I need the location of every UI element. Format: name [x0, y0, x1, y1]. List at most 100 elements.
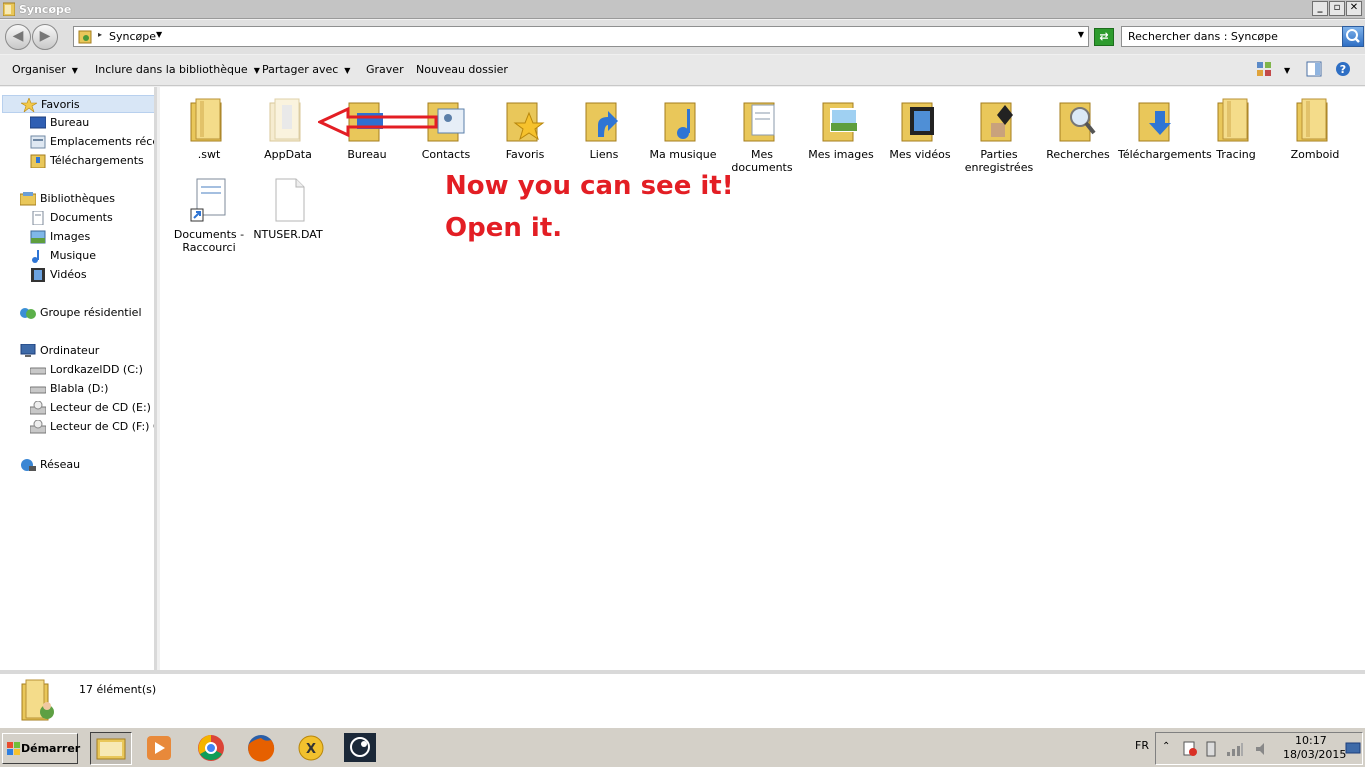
- file-item[interactable]: Parties enregistrées: [960, 95, 1038, 174]
- folder-documents-icon: [738, 95, 786, 145]
- start-button[interactable]: Démarrer: [2, 733, 81, 764]
- file-item[interactable]: Recherches: [1039, 95, 1117, 161]
- view-options-icon[interactable]: [1256, 61, 1272, 77]
- cd-drive-icon: [30, 401, 46, 415]
- search-icon: [1346, 29, 1360, 43]
- file-name: Ma musique: [649, 148, 717, 161]
- file-item[interactable]: .swt: [170, 95, 248, 161]
- minimize-button[interactable]: _: [1312, 1, 1328, 16]
- firefox-icon: [248, 735, 275, 762]
- media-player-icon: [147, 736, 171, 760]
- file-name: Téléchargements: [1118, 148, 1212, 161]
- breadcrumb-current[interactable]: Syncøpe: [109, 30, 156, 43]
- taskbar-media-player[interactable]: [139, 732, 181, 765]
- file-item[interactable]: Tracing: [1197, 95, 1275, 161]
- file-item[interactable]: Mes documents: [723, 95, 801, 174]
- chevron-up-icon[interactable]: ⌃: [1162, 741, 1170, 752]
- taskbar-xbox-app[interactable]: X: [291, 732, 333, 765]
- search-input[interactable]: [1121, 26, 1343, 47]
- start-label: Démarrer: [21, 742, 81, 755]
- annotation-line-1: Now you can see it!: [445, 171, 734, 201]
- folder-favorites-icon: [501, 95, 549, 145]
- folder-games-icon: [975, 95, 1023, 145]
- file-icon: [264, 175, 312, 225]
- documents-icon: [32, 211, 44, 225]
- chrome-icon: [198, 735, 224, 761]
- include-library-button[interactable]: Inclure dans la bibliothèque ▼: [95, 63, 260, 76]
- network-icon: [21, 459, 36, 471]
- file-name: Mes documents: [731, 148, 793, 174]
- clock-date[interactable]: 18/03/2015: [1283, 748, 1346, 761]
- folder-icon: [1212, 95, 1260, 145]
- file-item[interactable]: Mes vidéos: [881, 95, 959, 161]
- file-item[interactable]: Documents - Raccourci: [170, 175, 248, 254]
- share-with-button[interactable]: Partager avec ▼: [262, 63, 350, 76]
- folder-hidden-icon: [264, 95, 312, 145]
- star-icon: [21, 98, 37, 112]
- language-indicator[interactable]: FR: [1135, 739, 1149, 752]
- taskbar-explorer[interactable]: [90, 732, 132, 765]
- forward-button[interactable]: ▶: [32, 24, 58, 50]
- user-folder-icon: [78, 30, 92, 44]
- folder-icon: [1291, 95, 1339, 145]
- folder-icon: [185, 95, 233, 145]
- file-item[interactable]: Liens: [565, 95, 643, 161]
- refresh-button[interactable]: ⇄: [1094, 28, 1114, 46]
- maximize-button[interactable]: ▫: [1329, 1, 1345, 16]
- usb-device-icon[interactable]: [1204, 741, 1218, 757]
- svg-text:X: X: [306, 742, 316, 757]
- file-item[interactable]: Téléchargements: [1118, 95, 1212, 161]
- navigation-pane: Favoris Bureau Emplacements récents Télé…: [0, 87, 157, 670]
- file-item[interactable]: AppData: [249, 95, 327, 161]
- taskbar-steam[interactable]: [340, 732, 382, 765]
- volume-icon[interactable]: [1254, 741, 1270, 757]
- taskbar-chrome[interactable]: [191, 732, 233, 765]
- file-name: NTUSER.DAT: [253, 228, 323, 241]
- show-desktop-icon[interactable]: [1345, 741, 1361, 757]
- burn-button[interactable]: Graver: [366, 63, 404, 76]
- pictures-icon: [30, 230, 46, 244]
- help-icon[interactable]: ?: [1335, 61, 1351, 77]
- chevron-down-icon[interactable]: ▼: [156, 30, 162, 39]
- window-title: Syncøpe: [19, 3, 72, 16]
- search-button[interactable]: [1342, 26, 1364, 47]
- network-signal-icon[interactable]: [1226, 741, 1244, 757]
- hard-drive-icon: [30, 386, 46, 394]
- organize-button[interactable]: Organiser ▼: [12, 63, 78, 76]
- file-item[interactable]: Zomboid: [1276, 95, 1354, 161]
- address-bar[interactable]: ▸ Syncøpe ▼ ▼: [73, 26, 1089, 47]
- file-list: .swt AppData Bureau Contacts Favoris Liens Ma …: [160, 87, 1365, 670]
- action-center-icon[interactable]: [1182, 741, 1198, 757]
- taskbar-firefox[interactable]: [241, 732, 283, 765]
- file-name: Favoris: [505, 148, 545, 161]
- clock-time[interactable]: 10:17: [1295, 734, 1327, 747]
- details-pane: 17 élément(s): [0, 670, 1365, 727]
- annotation-arrow: [318, 107, 438, 137]
- folder-icon: [96, 738, 126, 760]
- address-dropdown-icon[interactable]: ▼: [1078, 30, 1084, 39]
- file-name: Zomboid: [1290, 148, 1340, 161]
- file-name: Documents - Raccourci: [173, 228, 245, 254]
- folder-pictures-icon: [817, 95, 865, 145]
- new-folder-button[interactable]: Nouveau dossier: [416, 63, 508, 76]
- address-row: ◀ ▶ ▸ Syncøpe ▼ ▼ ⇄: [0, 20, 1365, 54]
- file-item[interactable]: Ma musique: [644, 95, 722, 161]
- preview-pane-icon[interactable]: [1306, 61, 1322, 77]
- nav-favorites[interactable]: Favoris: [2, 95, 154, 113]
- file-item[interactable]: NTUSER.DAT: [249, 175, 327, 241]
- cd-drive-icon: [30, 420, 46, 434]
- file-name: Liens: [589, 148, 619, 161]
- file-name: Contacts: [421, 148, 471, 161]
- annotation-line-2: Open it.: [445, 213, 563, 243]
- recent-places-icon: [30, 135, 46, 149]
- file-name: Recherches: [1046, 148, 1110, 161]
- back-button[interactable]: ◀: [5, 24, 31, 50]
- file-item[interactable]: Mes images: [802, 95, 880, 161]
- file-item[interactable]: Favoris: [486, 95, 564, 161]
- folder-downloads-icon: [1133, 95, 1181, 145]
- file-name: Parties enregistrées: [964, 148, 1034, 174]
- view-dropdown-icon[interactable]: ▼: [1284, 66, 1290, 75]
- folder-search-icon: [1054, 95, 1102, 145]
- close-button[interactable]: ✕: [1346, 1, 1362, 16]
- music-icon: [32, 250, 39, 263]
